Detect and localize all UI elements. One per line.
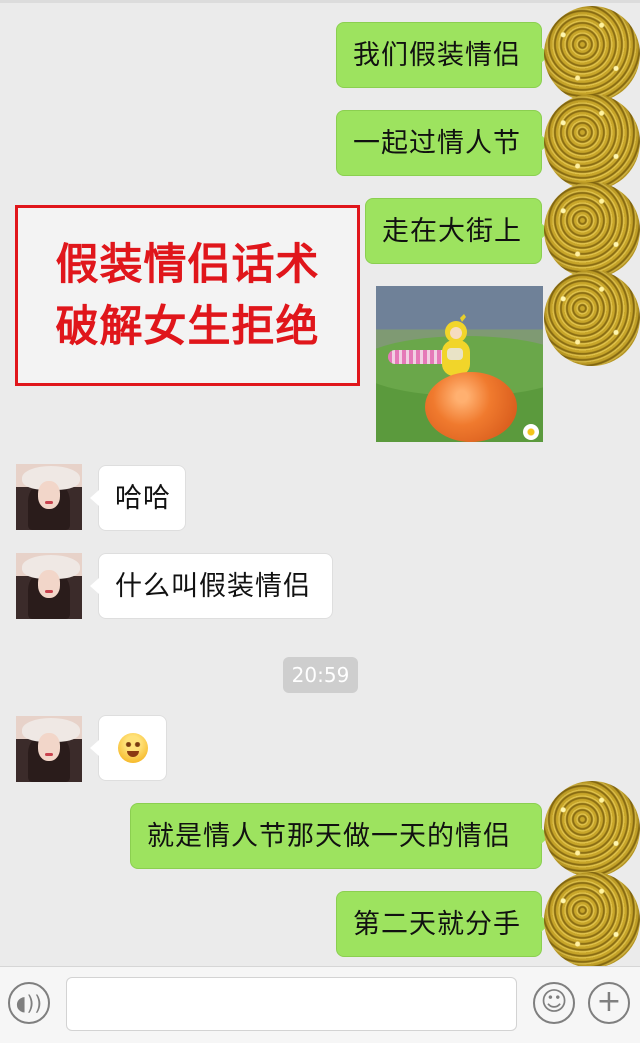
avatar-lips	[45, 501, 53, 504]
my-avatar[interactable]	[544, 6, 640, 102]
image-message-teletubby[interactable]	[376, 286, 543, 442]
my-avatar[interactable]	[544, 781, 640, 877]
message-bubble-emoji[interactable]	[90, 715, 167, 781]
daisy-flower	[523, 424, 539, 440]
avatar-face	[38, 481, 60, 509]
chat-input-bar: ◖)) ☺ +	[0, 966, 640, 1043]
smirk-emoji-icon	[117, 732, 148, 763]
promo-line-2: 破解女生拒绝	[55, 301, 320, 352]
teletubby-figure	[442, 314, 470, 376]
my-avatar[interactable]	[544, 872, 640, 968]
contact-avatar[interactable]	[16, 716, 82, 782]
avatar-face	[38, 570, 60, 598]
avatar-lips	[45, 590, 53, 593]
message-input[interactable]	[66, 977, 517, 1031]
promo-banner: 假装情侣话术 破解女生拒绝	[15, 205, 360, 386]
contact-avatar[interactable]	[16, 464, 82, 530]
message-bubble-theirs[interactable]: 哈哈	[90, 465, 186, 531]
contact-avatar[interactable]	[16, 553, 82, 619]
message-bubble-mine[interactable]: 我们假装情侣	[336, 22, 550, 88]
my-avatar[interactable]	[544, 270, 640, 366]
message-bubble-theirs[interactable]: 什么叫假装情侣	[90, 553, 333, 619]
my-avatar[interactable]	[544, 94, 640, 190]
orange-ball	[425, 372, 517, 442]
promo-line-1: 假装情侣话术	[55, 239, 320, 290]
timestamp: 20:59	[283, 657, 358, 693]
emoji-icon[interactable]: ☺	[533, 982, 575, 1024]
message-bubble-mine[interactable]: 就是情人节那天做一天的情侣	[130, 803, 550, 869]
message-bubble-mine[interactable]: 第二天就分手	[336, 891, 550, 957]
message-bubble-mine[interactable]: 走在大街上	[365, 198, 550, 264]
top-divider	[0, 0, 640, 3]
plus-icon[interactable]: +	[588, 982, 630, 1024]
my-avatar[interactable]	[544, 182, 640, 278]
voice-icon[interactable]: ◖))	[8, 982, 50, 1024]
message-bubble-mine[interactable]: 一起过情人节	[336, 110, 550, 176]
avatar-face	[38, 733, 60, 761]
avatar-lips	[45, 753, 53, 756]
